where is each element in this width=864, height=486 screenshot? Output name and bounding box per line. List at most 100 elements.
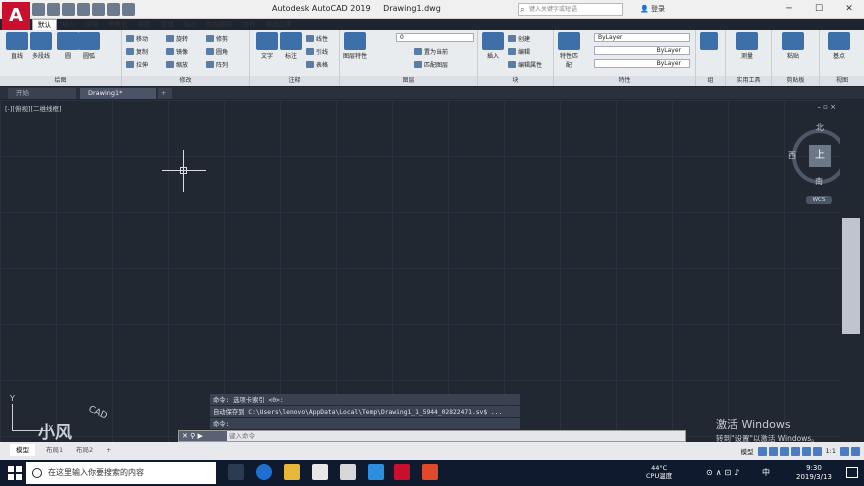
help-search-input[interactable]: ⌕ 键入关键字或短语 — [518, 3, 623, 16]
arc-tool[interactable]: 圆弧 — [78, 32, 100, 60]
match-properties-tool[interactable]: 特性匹配 — [558, 32, 580, 69]
leader-tool[interactable]: 引线 — [306, 47, 328, 56]
file-explorer-icon[interactable] — [284, 464, 300, 480]
tab-parametric[interactable]: 参数化 — [103, 19, 133, 30]
layers-panel-title[interactable]: 图层 — [340, 76, 477, 86]
windows-start-button[interactable] — [8, 466, 22, 480]
insert-block-tool[interactable]: 插入 — [482, 32, 504, 60]
save-icon[interactable] — [62, 3, 75, 16]
tab-drawing1[interactable]: Drawing1* — [80, 88, 156, 99]
fillet-tool[interactable]: 圆角 — [206, 47, 228, 56]
osnap-icon[interactable] — [801, 446, 811, 456]
taskbar-clock[interactable]: 9:30 2019/3/13 — [796, 464, 832, 482]
line-tool[interactable]: 直线 — [6, 32, 28, 60]
qq-browser-icon[interactable] — [368, 464, 384, 480]
grid-icon[interactable] — [757, 446, 767, 456]
wps-icon[interactable] — [422, 464, 438, 480]
maximize-button[interactable]: ☐ — [804, 0, 834, 19]
task-view-icon[interactable] — [228, 464, 244, 480]
copy-tool[interactable]: 复制 — [126, 47, 148, 56]
create-block-tool[interactable]: 创建 — [508, 34, 530, 43]
base-point-tool[interactable]: 基点 — [828, 32, 850, 60]
edit-block-tool[interactable]: 编辑 — [508, 47, 530, 56]
utilities-panel-title[interactable]: 实用工具 — [726, 76, 771, 86]
compass-south[interactable]: 南 — [815, 176, 823, 187]
match-layer-tool[interactable]: 匹配图层 — [414, 60, 448, 69]
rotate-tool[interactable]: 旋转 — [166, 34, 188, 43]
compass-west[interactable]: 西 — [788, 150, 796, 161]
scale-tool[interactable]: 缩放 — [166, 60, 188, 69]
move-tool[interactable]: 移动 — [126, 34, 148, 43]
redo-icon[interactable] — [122, 3, 135, 16]
system-tray-icons[interactable]: ⊙∧⊡♪ — [706, 468, 742, 477]
annotation-visibility-icon[interactable] — [812, 446, 822, 456]
tab-output[interactable]: 输出 — [179, 19, 202, 30]
tab-annotate[interactable]: 注释 — [80, 19, 103, 30]
edit-attributes-tool[interactable]: 编辑属性 — [508, 60, 542, 69]
table-tool[interactable]: 表格 — [306, 60, 328, 69]
mail-icon[interactable] — [340, 464, 356, 480]
tab-addins[interactable]: 附加模块 — [202, 19, 238, 30]
tab-default[interactable]: 默认 — [32, 19, 57, 30]
polar-icon[interactable] — [790, 446, 800, 456]
input-method-indicator[interactable]: 中 — [762, 467, 770, 478]
tab-manage[interactable]: 管理 — [156, 19, 179, 30]
tab-insert[interactable]: 插入 — [57, 19, 80, 30]
tab-start[interactable]: 开始 — [8, 88, 76, 99]
minimize-button[interactable]: ─ — [774, 0, 804, 19]
lineweight-dropdown[interactable]: ByLayer — [594, 59, 690, 68]
command-input[interactable] — [229, 431, 629, 441]
viewport-window-controls[interactable]: – ▫ × — [817, 103, 836, 111]
autocad-taskbar-icon[interactable] — [394, 464, 410, 480]
tab-layout1[interactable]: 布局1 — [40, 444, 69, 456]
layer-properties-tool[interactable]: 图层特性 — [342, 32, 368, 60]
polyline-tool[interactable]: 多段线 — [30, 32, 52, 60]
login-button[interactable]: 👤 登录 — [640, 4, 665, 14]
action-center-icon[interactable] — [846, 467, 858, 478]
tab-view[interactable]: 视图 — [133, 19, 156, 30]
viewport-controls-label[interactable]: [-][俯视][二维线框] — [5, 103, 62, 113]
edge-browser-icon[interactable] — [256, 464, 272, 480]
vertical-scrollbar[interactable] — [840, 100, 864, 460]
viewcube-top-face[interactable]: 上 — [809, 145, 831, 167]
color-dropdown[interactable]: ByLayer — [594, 33, 690, 42]
new-file-icon[interactable] — [32, 3, 45, 16]
draw-panel-title[interactable]: 绘图 — [0, 76, 121, 86]
save-as-icon[interactable] — [77, 3, 90, 16]
modify-panel-title[interactable]: 修改 — [122, 76, 249, 86]
scrollbar-thumb[interactable] — [842, 218, 860, 334]
compass-north[interactable]: 北 — [816, 122, 824, 133]
add-layout-button[interactable]: + — [100, 444, 117, 456]
linetype-dropdown[interactable]: ByLayer — [594, 46, 690, 55]
wcs-menu[interactable]: WCS — [806, 196, 832, 204]
properties-panel-title[interactable]: 特性 — [554, 76, 695, 86]
tab-model[interactable]: 模型 — [10, 444, 35, 456]
trim-tool[interactable]: 修剪 — [206, 34, 228, 43]
annotation-panel-title[interactable]: 注释 — [250, 76, 339, 86]
ortho-icon[interactable] — [779, 446, 789, 456]
open-file-icon[interactable] — [47, 3, 60, 16]
store-icon[interactable] — [312, 464, 328, 480]
set-current-tool[interactable]: 置为当前 — [414, 47, 448, 56]
customize-icon[interactable] — [851, 446, 860, 456]
annotation-scale[interactable]: 1:1 — [824, 447, 838, 455]
command-line-buttons[interactable]: ✕ ⚲ ▶ — [179, 431, 227, 441]
text-tool[interactable]: 文字 — [256, 32, 278, 60]
new-tab-button[interactable]: + — [158, 88, 172, 99]
model-space-button[interactable]: 模型 — [739, 446, 756, 456]
groups-panel-title[interactable]: 组 — [696, 76, 725, 86]
view-panel-title[interactable]: 视图 — [820, 76, 864, 86]
gear-icon[interactable] — [840, 446, 849, 456]
undo-icon[interactable] — [107, 3, 120, 16]
tab-featured-apps[interactable]: 精选应用 — [261, 19, 297, 30]
dimension-tool[interactable]: 标注 — [280, 32, 302, 60]
block-panel-title[interactable]: 块 — [478, 76, 553, 86]
close-button[interactable]: ✕ — [834, 0, 864, 19]
drawing-canvas[interactable]: [-][俯视][二维线框] – ▫ × 上 北 南 东 西 WCS Y X 小风… — [0, 100, 850, 460]
group-tool[interactable] — [700, 32, 718, 51]
tab-collaborate[interactable]: 协作 — [238, 19, 261, 30]
tab-layout2[interactable]: 布局2 — [70, 444, 99, 456]
paste-tool[interactable]: 粘贴 — [782, 32, 804, 60]
linear-tool[interactable]: 线性 — [306, 34, 328, 43]
snap-icon[interactable] — [768, 446, 778, 456]
